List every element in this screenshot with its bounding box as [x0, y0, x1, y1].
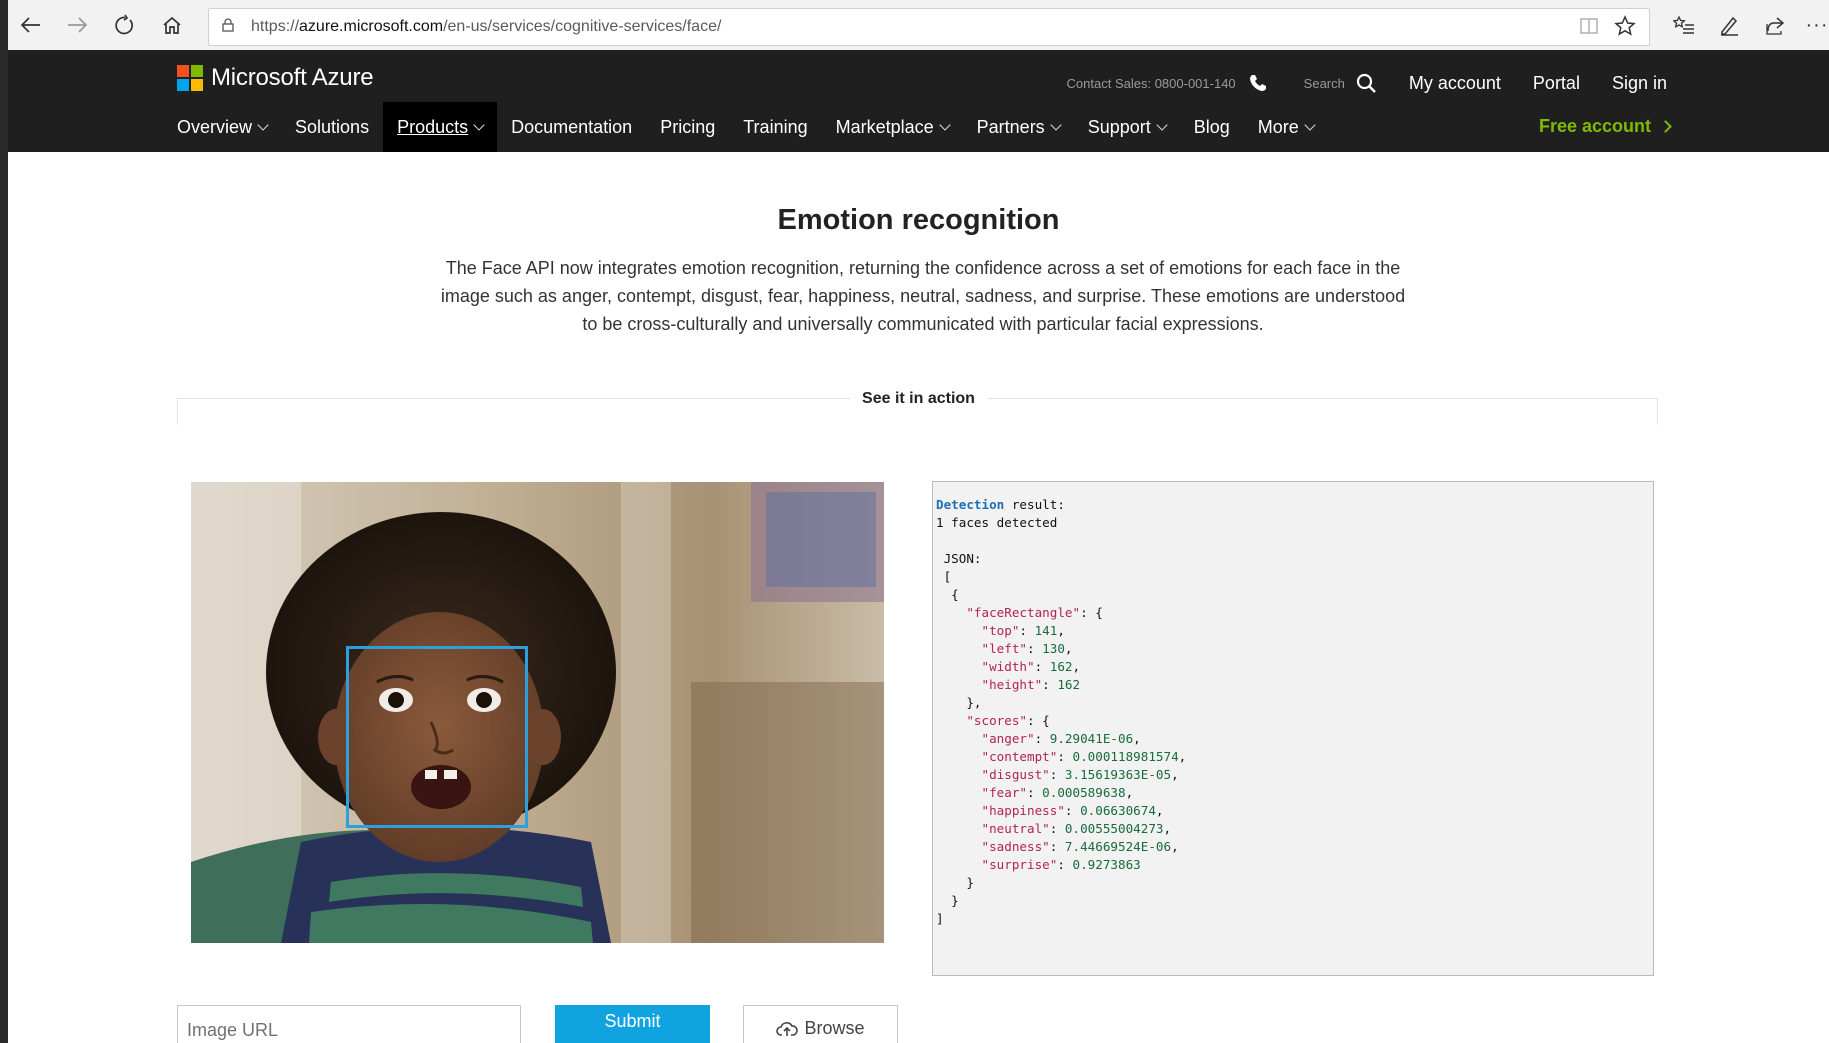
- main-nav: Overview Solutions Products Documentatio…: [163, 102, 1328, 152]
- forward-icon[interactable]: [60, 8, 94, 42]
- page-description: The Face API now integrates emotion reco…: [440, 258, 1406, 334]
- search-icon[interactable]: [1355, 72, 1377, 94]
- utility-links: Contact Sales: 0800-001-140 Search My ac…: [1067, 68, 1829, 98]
- favorites-list-icon[interactable]: [1667, 8, 1701, 42]
- detection-result-panel: Detection result: 1 faces detected JSON:…: [932, 481, 1654, 976]
- child-photo-image: [191, 482, 884, 943]
- lock-icon: [222, 18, 234, 32]
- azure-logo[interactable]: Microsoft Azure: [177, 64, 374, 92]
- nav-documentation[interactable]: Documentation: [497, 102, 646, 152]
- chevron-down-icon: [473, 118, 485, 131]
- back-icon[interactable]: [14, 8, 48, 42]
- submit-button[interactable]: Submit: [555, 1005, 710, 1043]
- browse-label: Browse: [804, 1018, 865, 1038]
- chevron-down-icon: [257, 118, 269, 131]
- nav-training[interactable]: Training: [729, 102, 821, 152]
- reading-view-icon[interactable]: [1579, 17, 1599, 40]
- refresh-icon[interactable]: [107, 8, 141, 42]
- home-icon[interactable]: [155, 8, 189, 42]
- face-rectangle: [346, 646, 528, 828]
- nav-support[interactable]: Support: [1074, 102, 1180, 152]
- nav-blog[interactable]: Blog: [1180, 102, 1244, 152]
- browser-toolbar: https://azure.microsoft.com/en-us/servic…: [8, 0, 1829, 50]
- share-icon[interactable]: [1758, 8, 1792, 42]
- browser-window: https://azure.microsoft.com/en-us/servic…: [8, 0, 1829, 1043]
- nav-solutions[interactable]: Solutions: [281, 102, 383, 152]
- portal-link[interactable]: Portal: [1533, 73, 1580, 94]
- detection-result-text: Detection result: 1 faces detected JSON:…: [936, 497, 1187, 926]
- nav-more[interactable]: More: [1244, 102, 1328, 152]
- search-label[interactable]: Search: [1304, 76, 1345, 91]
- address-bar[interactable]: https://azure.microsoft.com/en-us/servic…: [208, 8, 1650, 46]
- free-account-link[interactable]: Free account: [1539, 116, 1672, 137]
- url-text: https://azure.microsoft.com/en-us/servic…: [251, 18, 722, 35]
- nav-pricing[interactable]: Pricing: [646, 102, 729, 152]
- my-account-link[interactable]: My account: [1409, 73, 1501, 94]
- pen-icon[interactable]: [1712, 8, 1746, 42]
- browse-button[interactable]: Browse: [743, 1005, 898, 1043]
- microsoft-logo-icon: [177, 65, 203, 91]
- section-label: See it in action: [8, 390, 1829, 408]
- contact-sales[interactable]: Contact Sales: 0800-001-140: [1067, 76, 1236, 91]
- cloud-upload-icon: [776, 1022, 799, 1036]
- chevron-down-icon: [1304, 118, 1316, 131]
- page-title: Emotion recognition: [777, 204, 1060, 236]
- sign-in-link[interactable]: Sign in: [1612, 73, 1667, 94]
- nav-overview[interactable]: Overview: [163, 102, 281, 152]
- site-header: Microsoft Azure Contact Sales: 0800-001-…: [8, 50, 1829, 152]
- nav-products[interactable]: Products: [383, 102, 498, 152]
- favorite-star-icon[interactable]: [1614, 15, 1636, 42]
- sample-photo: [191, 482, 884, 943]
- more-menu-icon[interactable]: ···: [1800, 8, 1829, 42]
- chevron-right-icon: [1659, 120, 1672, 133]
- nav-partners[interactable]: Partners: [963, 102, 1074, 152]
- chevron-down-icon: [1050, 118, 1062, 131]
- brand-name: Microsoft Azure: [211, 64, 374, 91]
- nav-marketplace[interactable]: Marketplace: [822, 102, 963, 152]
- chevron-down-icon: [1156, 118, 1168, 131]
- image-url-input[interactable]: [177, 1005, 521, 1043]
- chevron-down-icon: [938, 118, 951, 131]
- phone-icon[interactable]: [1246, 71, 1270, 95]
